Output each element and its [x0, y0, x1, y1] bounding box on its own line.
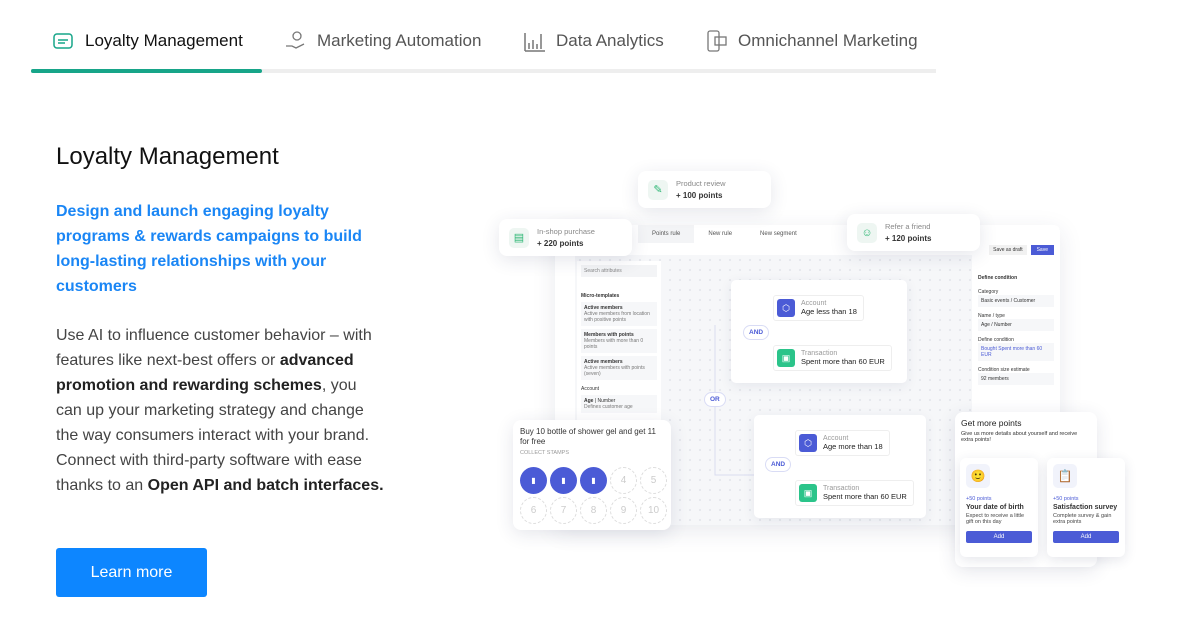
stamp-card: Buy 10 bottle of shower gel and get 11 f…	[513, 420, 671, 530]
condition-node[interactable]: ▣ Transaction Spent more than 60 EUR	[773, 345, 892, 371]
points-task-card: 📋 +50 points Satisfaction survey Complete s…	[1047, 458, 1125, 557]
tab-omnichannel-marketing[interactable]: Omnichannel Marketing	[704, 28, 918, 54]
loyalty-illustration: Points rule New rule New segment Search …	[480, 150, 1180, 620]
stamp-collected: ▮	[520, 467, 547, 494]
condition-node[interactable]: ⬡ Account Age less than 18	[773, 295, 864, 321]
tab-label: Omnichannel Marketing	[738, 31, 918, 50]
stamp-empty: 6	[520, 497, 547, 524]
and-operator[interactable]: AND	[765, 457, 792, 472]
tab-data-analytics[interactable]: Data Analytics	[522, 28, 664, 54]
transaction-icon: ▣	[799, 484, 817, 502]
tab-loyalty-management[interactable]: Loyalty Management	[51, 28, 243, 54]
stamp-empty: 4	[610, 467, 637, 494]
condition-node[interactable]: ▣ Transaction Spent more than 60 EUR	[795, 480, 914, 506]
gear-hand-icon	[286, 31, 305, 49]
transaction-icon: ▣	[777, 349, 795, 367]
stamp-empty: 10	[640, 497, 667, 524]
account-icon: ⬡	[777, 299, 795, 317]
tab-marketing-automation[interactable]: Marketing Automation	[283, 28, 481, 54]
account-icon: ⬡	[799, 434, 817, 452]
points-task-card: 🙂 +50 points Your date of birth Expect to r…	[960, 458, 1038, 557]
stamp-empty: 9	[610, 497, 637, 524]
stamp-subtitle: COLLECT STAMPS	[520, 450, 570, 456]
add-button[interactable]: Add	[966, 531, 1032, 543]
tab-bar: Loyalty Management Marketing Automation …	[31, 20, 936, 74]
condition-node[interactable]: ⬡ Account Age more than 18	[795, 430, 890, 456]
stamp-empty: 5	[640, 467, 667, 494]
section-title: Loyalty Management	[56, 143, 279, 170]
more-points-desc: Give us more details about yourself and …	[961, 431, 1078, 443]
person-icon: ☺	[857, 222, 877, 243]
handshake-icon	[53, 33, 73, 49]
stamp-collected: ▮	[580, 467, 607, 494]
reward-card: ✎ Product review + 100 points	[638, 171, 771, 208]
section-lead: Design and launch engaging loyalty progr…	[56, 203, 362, 295]
reward-card: ☺ Refer a friend + 120 points	[847, 214, 980, 251]
survey-icon: 📋	[1053, 464, 1077, 488]
stamp-collected: ▮	[550, 467, 577, 494]
more-points-title: Get more points	[961, 418, 1022, 428]
tab-label: Loyalty Management	[85, 31, 243, 50]
store-device-icon	[707, 30, 727, 52]
active-tab-indicator	[31, 69, 262, 73]
bar-chart-icon	[524, 33, 545, 52]
tab-label: Marketing Automation	[317, 31, 482, 50]
stamp-title: Buy 10 bottle of shower gel and get 11 f…	[520, 427, 656, 446]
learn-more-button[interactable]: Learn more	[56, 548, 207, 597]
add-button[interactable]: Add	[1053, 531, 1119, 543]
tab-label: Data Analytics	[556, 31, 664, 50]
section-body: Use AI to influence customer behavior – …	[56, 327, 384, 494]
or-operator[interactable]: OR	[704, 392, 726, 407]
and-operator[interactable]: AND	[743, 325, 770, 340]
stamp-empty: 7	[550, 497, 577, 524]
avatar-icon: 🙂	[966, 464, 990, 488]
pencil-icon: ✎	[648, 179, 668, 200]
stamp-empty: 8	[580, 497, 607, 524]
shop-icon: ▤	[509, 227, 529, 248]
reward-card: ▤ In-shop purchase + 220 points	[499, 219, 632, 256]
